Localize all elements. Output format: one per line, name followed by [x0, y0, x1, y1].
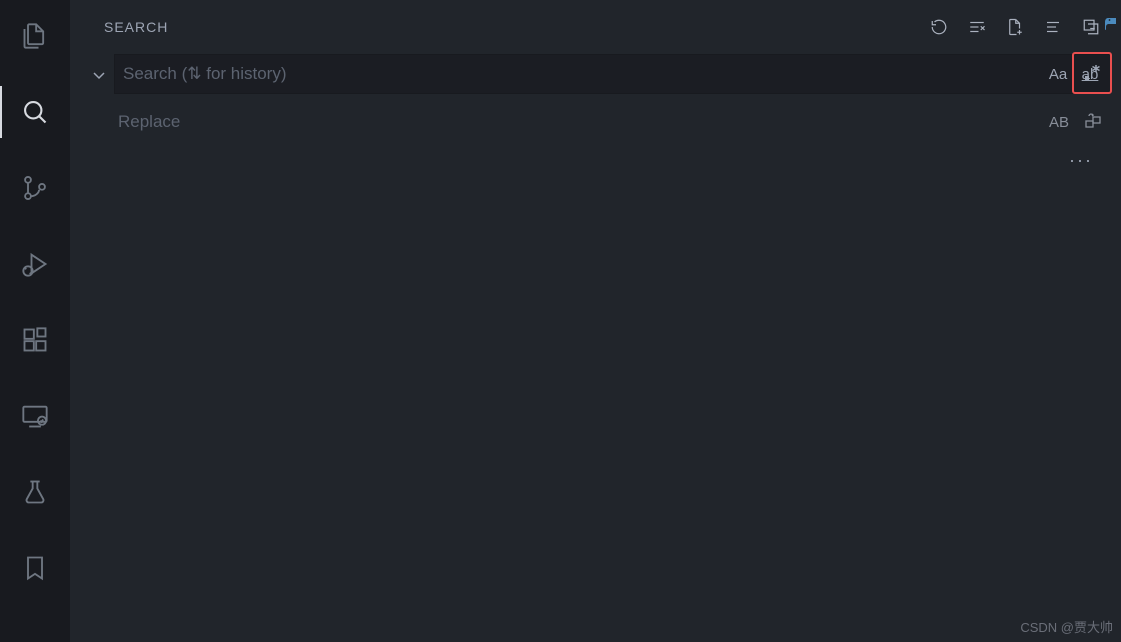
collapse-all-button[interactable]	[1081, 17, 1101, 37]
search-row: Aa ab	[90, 54, 1111, 94]
collapse-icon	[1082, 18, 1100, 36]
replace-all-button[interactable]	[1081, 113, 1105, 131]
toggle-search-details[interactable]: ···	[90, 142, 1111, 171]
chevron-down-icon	[91, 67, 107, 83]
activity-run-debug[interactable]	[11, 240, 59, 288]
replace-all-icon	[1084, 113, 1102, 131]
activity-bar	[0, 0, 70, 642]
activity-testing[interactable]	[11, 468, 59, 516]
beaker-icon	[21, 478, 49, 506]
activity-extensions[interactable]	[11, 316, 59, 364]
activity-source-control[interactable]	[11, 164, 59, 212]
activity-explorer[interactable]	[11, 12, 59, 60]
source-control-icon	[21, 174, 49, 202]
view-tree-button[interactable]	[1043, 17, 1063, 37]
files-icon	[21, 22, 49, 50]
replace-placeholder: Replace	[118, 112, 1047, 132]
sidebar-header: SEARCH	[70, 0, 1121, 54]
replace-row: Replace AB	[114, 102, 1111, 142]
replace-input-container[interactable]: Replace AB	[114, 102, 1111, 142]
match-case-button[interactable]: Aa	[1044, 61, 1072, 87]
toggle-replace-button[interactable]	[90, 65, 108, 83]
new-file-icon	[1006, 18, 1024, 36]
new-search-editor-button[interactable]	[1005, 17, 1025, 37]
search-section: Aa ab Replace AB	[70, 54, 1121, 171]
search-options: Aa ab	[1044, 61, 1104, 87]
clear-results-button[interactable]	[967, 17, 987, 37]
sidebar-title: SEARCH	[104, 19, 168, 35]
debug-icon	[21, 250, 49, 278]
activity-bookmarks[interactable]	[11, 544, 59, 592]
extensions-icon	[21, 326, 49, 354]
activity-remote-explorer[interactable]	[11, 392, 59, 440]
bookmark-icon	[21, 554, 49, 582]
replace-options: AB	[1047, 113, 1105, 131]
search-sidebar: SEARCH	[70, 0, 1121, 642]
preserve-case-button[interactable]: AB	[1047, 114, 1071, 131]
regex-icon	[1082, 63, 1102, 83]
clear-icon	[968, 18, 986, 36]
search-icon	[21, 98, 49, 126]
refresh-icon	[930, 18, 948, 36]
header-actions	[929, 17, 1101, 37]
search-input[interactable]	[123, 64, 1044, 84]
refresh-button[interactable]	[929, 17, 949, 37]
watermark-text: CSDN @贾大帅	[1020, 617, 1113, 636]
python-icon	[1105, 17, 1119, 33]
remote-icon	[21, 402, 49, 430]
regex-button[interactable]	[1072, 52, 1112, 94]
search-input-container: Aa ab	[114, 54, 1111, 94]
activity-search[interactable]	[11, 88, 59, 136]
editor-edge-icon	[1103, 0, 1121, 50]
list-icon	[1044, 18, 1062, 36]
